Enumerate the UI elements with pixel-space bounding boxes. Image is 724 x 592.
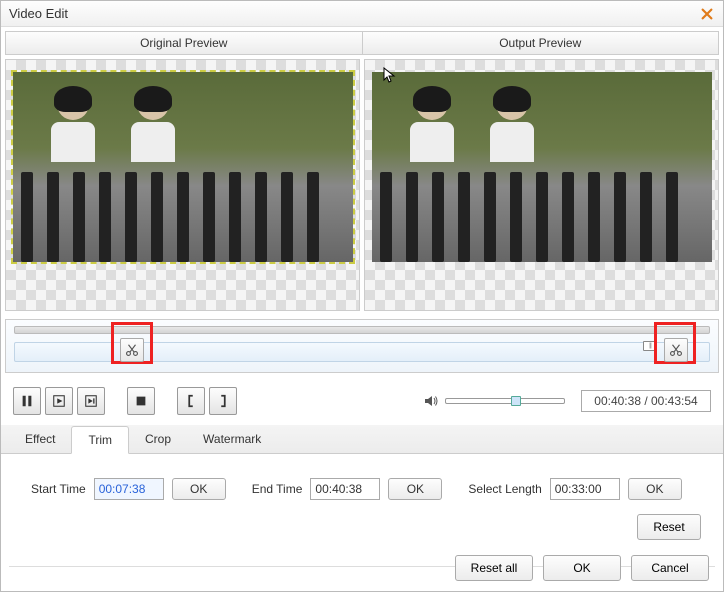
- reset-all-button[interactable]: Reset all: [455, 555, 533, 581]
- original-preview[interactable]: [5, 59, 360, 311]
- pause-icon: [20, 394, 34, 408]
- play-button[interactable]: [45, 387, 73, 415]
- video-edit-window: Video Edit Original Preview Output Previ…: [0, 0, 724, 592]
- titlebar: Video Edit: [1, 1, 723, 27]
- output-preview-header: Output Preview: [363, 32, 719, 54]
- trim-panel: Start Time OK End Time OK Select Length …: [1, 454, 723, 552]
- volume-control: 00:40:38 / 00:43:54: [423, 390, 711, 412]
- tab-crop[interactable]: Crop: [129, 426, 187, 454]
- preview-headers: Original Preview Output Preview: [5, 31, 719, 55]
- stop-button[interactable]: [127, 387, 155, 415]
- volume-thumb[interactable]: [511, 396, 521, 406]
- step-forward-icon: [84, 394, 98, 408]
- select-length-input[interactable]: [550, 478, 620, 500]
- ok-button[interactable]: OK: [543, 555, 621, 581]
- close-button[interactable]: [699, 6, 715, 22]
- volume-slider[interactable]: [445, 398, 565, 404]
- select-length-label: Select Length: [468, 482, 541, 496]
- start-time-input[interactable]: [94, 478, 164, 500]
- window-title: Video Edit: [9, 6, 699, 21]
- end-ok-button[interactable]: OK: [388, 478, 442, 500]
- video-frame-original: [13, 72, 353, 262]
- tab-trim[interactable]: Trim: [71, 426, 129, 454]
- timeline: [5, 319, 719, 373]
- dialog-buttons: Reset all OK Cancel: [455, 555, 709, 581]
- end-time-label: End Time: [252, 482, 303, 496]
- tab-effect[interactable]: Effect: [9, 426, 71, 454]
- time-display: 00:40:38 / 00:43:54: [581, 390, 711, 412]
- cut-start-button[interactable]: [120, 338, 144, 362]
- bracket-end-button[interactable]: [209, 387, 237, 415]
- end-time-input[interactable]: [310, 478, 380, 500]
- tab-watermark[interactable]: Watermark: [187, 426, 277, 454]
- bracket-start-button[interactable]: [177, 387, 205, 415]
- output-preview[interactable]: [364, 59, 719, 311]
- pause-button[interactable]: [13, 387, 41, 415]
- cancel-button[interactable]: Cancel: [631, 555, 709, 581]
- volume-icon: [423, 393, 439, 409]
- preview-row: [1, 55, 723, 315]
- close-icon: [700, 7, 714, 21]
- stop-icon: [134, 394, 148, 408]
- select-ok-button[interactable]: OK: [628, 478, 682, 500]
- play-icon: [52, 394, 66, 408]
- cut-end-button[interactable]: [664, 338, 688, 362]
- reset-button[interactable]: Reset: [637, 514, 701, 540]
- original-preview-header: Original Preview: [6, 32, 363, 54]
- trim-row: Start Time OK End Time OK Select Length …: [13, 478, 711, 500]
- bracket-right-icon: [216, 394, 230, 408]
- tab-bar: Effect Trim Crop Watermark: [1, 425, 723, 454]
- bracket-left-icon: [184, 394, 198, 408]
- playback-controls: 00:40:38 / 00:43:54: [1, 377, 723, 425]
- start-time-label: Start Time: [31, 482, 86, 496]
- start-ok-button[interactable]: OK: [172, 478, 226, 500]
- step-button[interactable]: [77, 387, 105, 415]
- scissors-icon: [669, 343, 683, 357]
- video-frame-output: [372, 72, 712, 262]
- scissors-icon: [125, 343, 139, 357]
